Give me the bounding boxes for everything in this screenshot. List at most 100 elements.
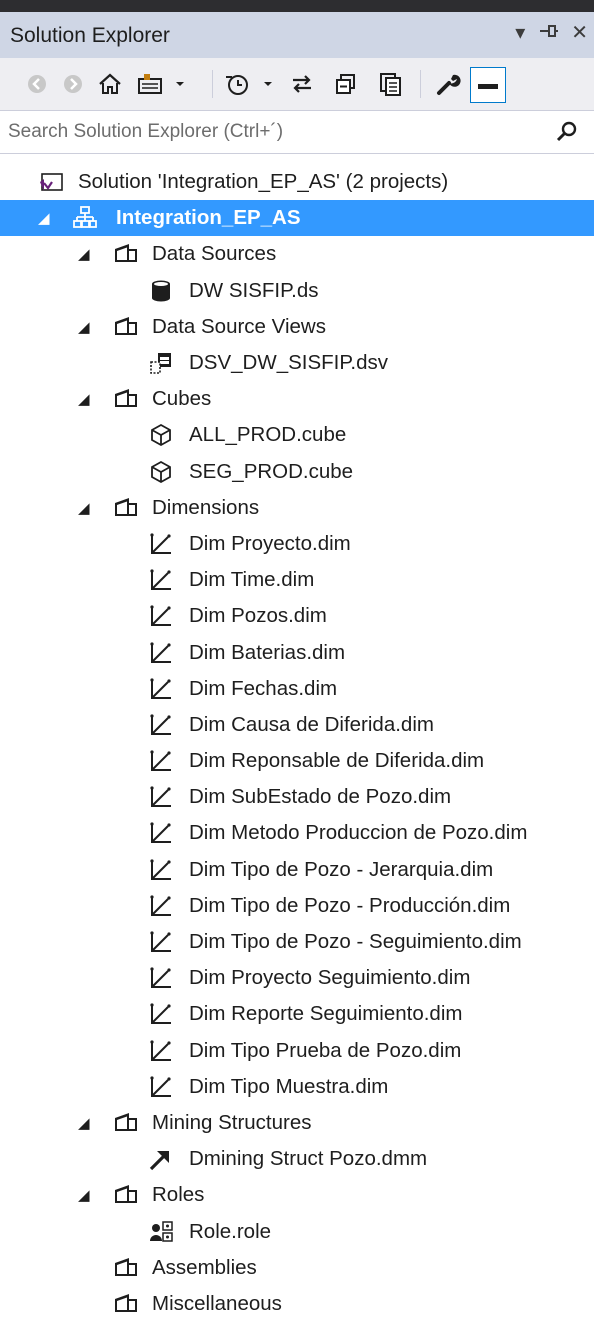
tree-node-dimension[interactable]: Dim Reporte Seguimiento.dim: [0, 996, 594, 1032]
tree-node-solution[interactable]: Solution 'Integration_EP_AS' (2 projects…: [0, 164, 594, 200]
tree-node-dimension[interactable]: Dim Tipo de Pozo - Jerarquia.dim: [0, 852, 594, 888]
file-label: Dim SubEstado de Pozo.dim: [189, 785, 452, 809]
expanded-arrow-icon[interactable]: ◢: [38, 209, 50, 227]
tree-node-dimension[interactable]: Dim Reponsable de Diferida.dim: [0, 743, 594, 779]
expanded-arrow-icon[interactable]: ◢: [78, 318, 90, 336]
show-all-files-icon[interactable]: [374, 68, 406, 100]
dimension-icon: [148, 567, 174, 593]
panel-title-controls: ▾ ✕: [515, 20, 588, 48]
file-label: Dim Tipo Muestra.dim: [189, 1074, 389, 1098]
wrench-icon[interactable]: [432, 68, 464, 100]
tree-node-mining-structures[interactable]: ◢ Mining Structures: [0, 1105, 594, 1141]
role-icon: [148, 1219, 174, 1245]
close-icon[interactable]: ✕: [571, 20, 588, 48]
file-label: Dim Time.dim: [189, 568, 315, 592]
dimension-icon: [148, 820, 174, 846]
tree-node-dimension[interactable]: Dim Baterias.dim: [0, 634, 594, 670]
dimension-icon: [148, 640, 174, 666]
tree-node-data-sources[interactable]: ◢ Data Sources: [0, 236, 594, 272]
tree-node-role[interactable]: Role.role: [0, 1213, 594, 1249]
tree-node-cube[interactable]: SEG_PROD.cube: [0, 454, 594, 490]
dimension-icon: [148, 712, 174, 738]
tree-node-dimension[interactable]: Dim Tipo Muestra.dim: [0, 1069, 594, 1105]
panel-title: Solution Explorer: [10, 24, 170, 47]
forward-icon[interactable]: [58, 68, 88, 100]
window-top-border: [0, 0, 594, 12]
expanded-arrow-icon[interactable]: ◢: [78, 499, 90, 517]
search-bar: [0, 111, 594, 154]
solution-explorer-toolbar: [0, 58, 594, 111]
file-label: Dim Proyecto.dim: [189, 531, 351, 555]
tree-node-roles[interactable]: ◢ Roles: [0, 1177, 594, 1213]
dimension-icon: [148, 1038, 174, 1064]
tree-node-dimension[interactable]: Dim Proyecto.dim: [0, 526, 594, 562]
tree-node-dimension[interactable]: Dim Causa de Diferida.dim: [0, 707, 594, 743]
cube-icon: [148, 422, 174, 448]
home-icon[interactable]: [94, 68, 126, 100]
dimension-icon: [148, 748, 174, 774]
solution-icon: [38, 169, 64, 195]
tree-node-mining-structure[interactable]: Dmining Struct Pozo.dmm: [0, 1141, 594, 1177]
dimension-icon: [148, 929, 174, 955]
file-label: SEG_PROD.cube: [189, 459, 354, 483]
tree-node-dimension[interactable]: Dim Pozos.dim: [0, 598, 594, 634]
file-label: Dim Reporte Seguimiento.dim: [189, 1002, 463, 1026]
tree-node-cubes[interactable]: ◢ Cubes: [0, 381, 594, 417]
file-label: Dim Pozos.dim: [189, 604, 327, 628]
file-label: Dmining Struct Pozo.dmm: [189, 1147, 428, 1171]
folder-icon: [113, 1291, 139, 1317]
folder-icon: [113, 495, 139, 521]
collapse-all-icon[interactable]: [330, 68, 362, 100]
tree-node-assemblies[interactable]: Assemblies: [0, 1250, 594, 1286]
back-icon[interactable]: [22, 68, 52, 100]
dimension-icon: [148, 676, 174, 702]
tree-node-project[interactable]: ◢ Integration_EP_AS: [0, 200, 594, 237]
file-label: Dim Causa de Diferida.dim: [189, 712, 434, 736]
tree-node-dimension[interactable]: Dim Tipo Prueba de Pozo.dim: [0, 1033, 594, 1069]
tree-node-data-source-views[interactable]: ◢ Data Source Views: [0, 309, 594, 345]
data-source-icon: [148, 278, 174, 304]
tree-node-dimensions[interactable]: ◢ Dimensions: [0, 490, 594, 526]
expanded-arrow-icon[interactable]: ◢: [78, 1114, 90, 1132]
tree-node-dimension[interactable]: Dim Fechas.dim: [0, 671, 594, 707]
folder-label: Roles: [152, 1183, 205, 1207]
switch-views-icon[interactable]: [136, 68, 192, 100]
file-label: Dim Fechas.dim: [189, 676, 338, 700]
file-label: Dim Tipo de Pozo - Seguimiento.dim: [189, 930, 522, 954]
file-label: Dim Tipo de Pozo - Producción.dim: [189, 893, 511, 917]
folder-label: Assemblies: [152, 1255, 257, 1279]
file-label: Dim Tipo Prueba de Pozo.dim: [189, 1038, 462, 1062]
solution-tree: Solution 'Integration_EP_AS' (2 projects…: [0, 164, 594, 1322]
pending-changes-filter-icon[interactable]: [224, 68, 280, 100]
tree-node-dimension[interactable]: Dim Time.dim: [0, 562, 594, 598]
file-label: Dim Metodo Produccion de Pozo.dim: [189, 821, 528, 845]
tree-node-dimension[interactable]: Dim Metodo Produccion de Pozo.dim: [0, 815, 594, 851]
tree-node-cube[interactable]: ALL_PROD.cube: [0, 417, 594, 453]
toolbar-separator: [420, 70, 421, 98]
search-icon[interactable]: [554, 119, 580, 151]
folder-icon: [113, 1182, 139, 1208]
tree-node-dimension[interactable]: Dim Proyecto Seguimiento.dim: [0, 960, 594, 996]
expanded-arrow-icon[interactable]: ◢: [78, 1186, 90, 1204]
dimension-icon: [148, 965, 174, 991]
file-label: Dim Reponsable de Diferida.dim: [189, 749, 485, 773]
tree-node-data-source[interactable]: DW SISFIP.ds: [0, 273, 594, 309]
tree-node-dimension[interactable]: Dim SubEstado de Pozo.dim: [0, 779, 594, 815]
window-position-dropdown-icon[interactable]: ▾: [515, 20, 525, 48]
search-input[interactable]: [0, 111, 550, 153]
mining-structure-icon: [148, 1146, 174, 1172]
expanded-arrow-icon[interactable]: ◢: [78, 390, 90, 408]
folder-label: Mining Structures: [152, 1110, 312, 1134]
sync-with-active-document-icon[interactable]: [286, 68, 318, 100]
project-label: Integration_EP_AS: [116, 206, 301, 230]
tree-node-dimension[interactable]: Dim Tipo de Pozo - Producción.dim: [0, 888, 594, 924]
preview-selected-items-icon[interactable]: [470, 67, 506, 103]
tree-node-miscellaneous[interactable]: Miscellaneous: [0, 1286, 594, 1322]
expanded-arrow-icon[interactable]: ◢: [78, 245, 90, 263]
dimension-icon: [148, 603, 174, 629]
tree-node-data-source-view[interactable]: DSV_DW_SISFIP.dsv: [0, 345, 594, 381]
auto-hide-pin-icon[interactable]: [537, 20, 559, 48]
dimension-icon: [148, 531, 174, 557]
file-label: Dim Proyecto Seguimiento.dim: [189, 966, 471, 990]
tree-node-dimension[interactable]: Dim Tipo de Pozo - Seguimiento.dim: [0, 924, 594, 960]
